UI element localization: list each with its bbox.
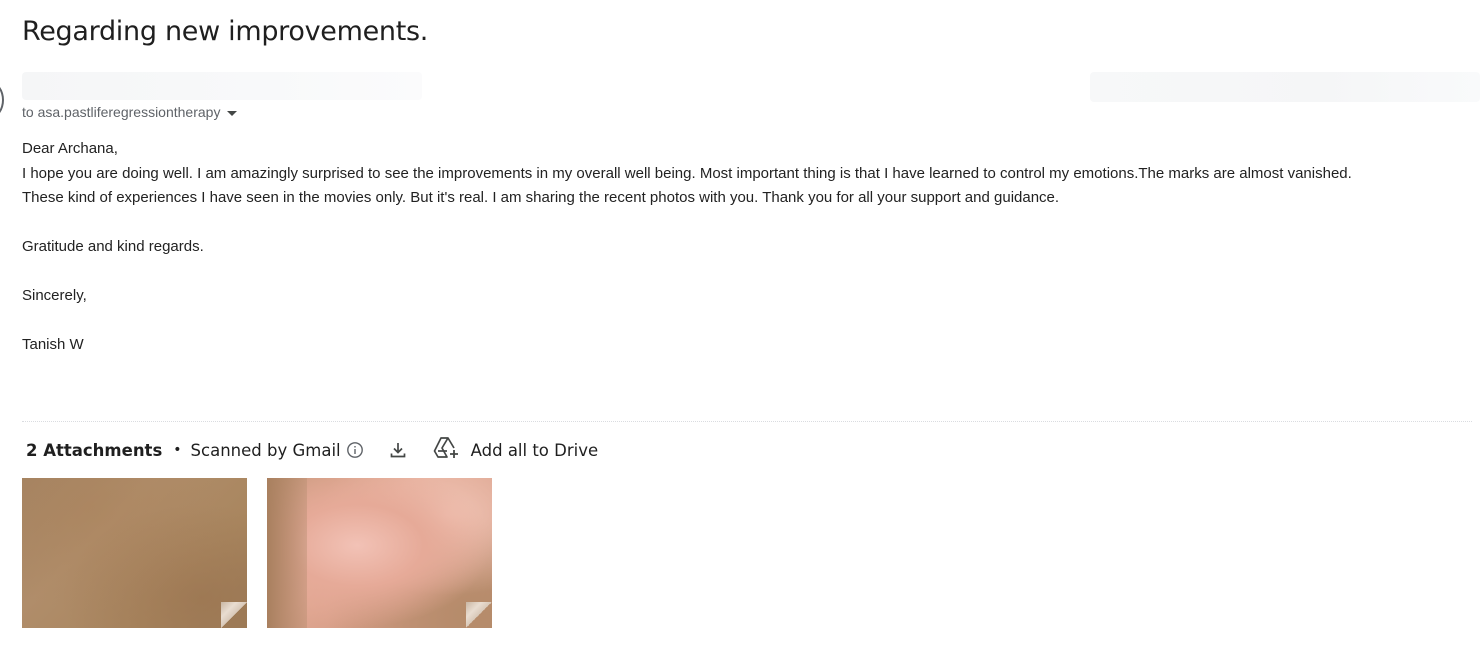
body-line: These kind of experiences I have seen in…: [22, 189, 1060, 206]
email-date-redacted: [1090, 72, 1480, 102]
add-all-to-drive-label: Add all to Drive: [470, 440, 599, 460]
page-curl-icon: [466, 602, 492, 628]
body-greeting: Dear Archana,: [22, 140, 118, 157]
add-all-to-drive-button[interactable]: Add all to Drive: [433, 436, 599, 464]
scanned-by-gmail-label: Scanned by Gmail: [190, 440, 341, 460]
attachment-thumbnail[interactable]: [267, 478, 492, 628]
sender-avatar[interactable]: [0, 82, 4, 118]
body-line: I hope you are doing well. I am amazingl…: [22, 164, 1352, 182]
recipient-text: to asa.pastliferegressiontherapy: [22, 104, 221, 120]
recipient-line: to asa.pastliferegressiontherapy: [22, 103, 238, 121]
email-subject: Regarding new improvements.: [22, 16, 429, 47]
drive-add-icon: [433, 436, 460, 464]
body-signature: Tanish W: [22, 336, 84, 353]
show-details-caret-icon[interactable]: [227, 110, 238, 116]
body-signoff: Sincerely,: [22, 287, 87, 304]
attachments-header: 2 Attachments • Scanned by Gmail Add all…: [26, 436, 598, 464]
attachments-divider: [22, 421, 1472, 422]
attachments-count: 2 Attachments: [26, 440, 163, 460]
download-all-icon[interactable]: [388, 440, 408, 460]
info-icon[interactable]: [346, 441, 364, 459]
body-closing: Gratitude and kind regards.: [22, 238, 204, 255]
email-body: Dear Archana, I hope you are doing well.…: [22, 137, 1472, 358]
page-curl-icon: [221, 602, 247, 628]
attachment-thumbnail[interactable]: [22, 478, 247, 628]
sender-name-redacted: [22, 72, 422, 100]
separator-dot: •: [173, 442, 182, 458]
